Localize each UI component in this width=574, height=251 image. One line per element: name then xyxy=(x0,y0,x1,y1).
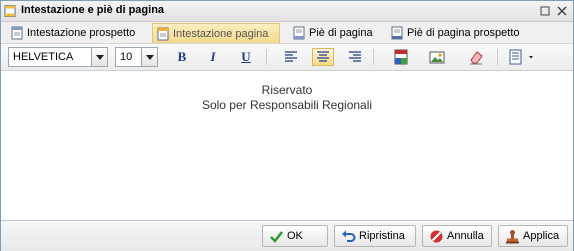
insert-field-icon xyxy=(509,49,533,65)
header-text-line: Solo per Responsabili Regionali xyxy=(201,98,373,112)
page-footer-icon xyxy=(293,26,305,40)
ok-label: OK xyxy=(287,230,303,242)
cancel-label: Annulla xyxy=(447,230,484,242)
font-family-value: HELVETICA xyxy=(13,51,74,63)
tab-bar: Intestazione prospetto Intestazione pagi… xyxy=(1,22,573,44)
tab-page-footer[interactable]: Piè di pagina xyxy=(289,23,381,43)
reset-button[interactable]: Ripristina xyxy=(334,225,416,247)
insert-image-button[interactable] xyxy=(428,48,446,66)
chevron-down-icon[interactable] xyxy=(91,48,107,66)
toolbar-separator xyxy=(373,49,374,65)
cancel-icon xyxy=(430,230,443,243)
align-center-button[interactable] xyxy=(312,48,334,66)
tab-report-footer[interactable]: Piè di pagina prospetto xyxy=(387,23,537,43)
format-toolbar: HELVETICA 10 B I U xyxy=(1,44,573,71)
header-text-line: Riservato xyxy=(261,83,313,97)
apply-label: Applica xyxy=(523,230,560,242)
checkmark-icon xyxy=(270,231,283,243)
close-icon[interactable] xyxy=(556,5,568,17)
background-color-icon xyxy=(394,49,408,65)
stamp-icon xyxy=(506,230,519,244)
insert-field-button[interactable] xyxy=(507,48,539,66)
cancel-button[interactable]: Annulla xyxy=(422,225,492,247)
report-footer-icon xyxy=(391,26,403,40)
undo-arrow-icon xyxy=(342,230,356,242)
bold-button[interactable]: B xyxy=(173,48,191,66)
underline-button[interactable]: U xyxy=(237,48,255,66)
chevron-down-icon[interactable] xyxy=(141,48,157,66)
header-editor[interactable]: Riservato Solo per Responsabili Regional… xyxy=(1,71,573,219)
font-size-value: 10 xyxy=(120,51,133,63)
align-right-button[interactable] xyxy=(346,48,364,66)
toolbar-separator xyxy=(266,49,267,65)
align-center-icon xyxy=(317,51,329,62)
tab-label: Intestazione pagina xyxy=(173,28,269,40)
align-left-button[interactable] xyxy=(282,48,300,66)
italic-button[interactable]: I xyxy=(204,48,222,66)
reset-label: Ripristina xyxy=(359,230,405,242)
title-bar: Intestazione e piè di pagina xyxy=(1,1,573,22)
tab-label: Piè di pagina xyxy=(309,27,373,39)
restore-window-icon[interactable] xyxy=(539,5,551,17)
tab-report-header[interactable]: Intestazione prospetto xyxy=(7,23,147,43)
tab-page-header[interactable]: Intestazione pagina xyxy=(152,23,280,43)
report-header-icon xyxy=(11,26,23,40)
background-color-button[interactable] xyxy=(392,48,410,66)
clear-format-button[interactable] xyxy=(467,48,485,66)
apply-button[interactable]: Applica xyxy=(498,225,568,247)
ok-button[interactable]: OK xyxy=(262,225,328,247)
header-footer-icon xyxy=(4,5,16,17)
page-header-icon xyxy=(157,27,169,41)
font-family-select[interactable]: HELVETICA xyxy=(8,47,108,67)
align-right-icon xyxy=(349,51,361,62)
dialog-footer: OK Ripristina Annulla Applica xyxy=(1,220,573,251)
dialog-title: Intestazione e piè di pagina xyxy=(21,4,165,16)
tab-label: Intestazione prospetto xyxy=(27,27,136,39)
clear-format-icon xyxy=(470,51,483,65)
align-left-icon xyxy=(285,51,297,62)
insert-image-icon xyxy=(429,51,445,64)
toolbar-separator xyxy=(497,49,498,65)
tab-label: Piè di pagina prospetto xyxy=(407,27,520,39)
header-footer-dialog: Intestazione e piè di pagina Intestazion… xyxy=(0,0,574,251)
font-size-select[interactable]: 10 xyxy=(115,47,158,67)
